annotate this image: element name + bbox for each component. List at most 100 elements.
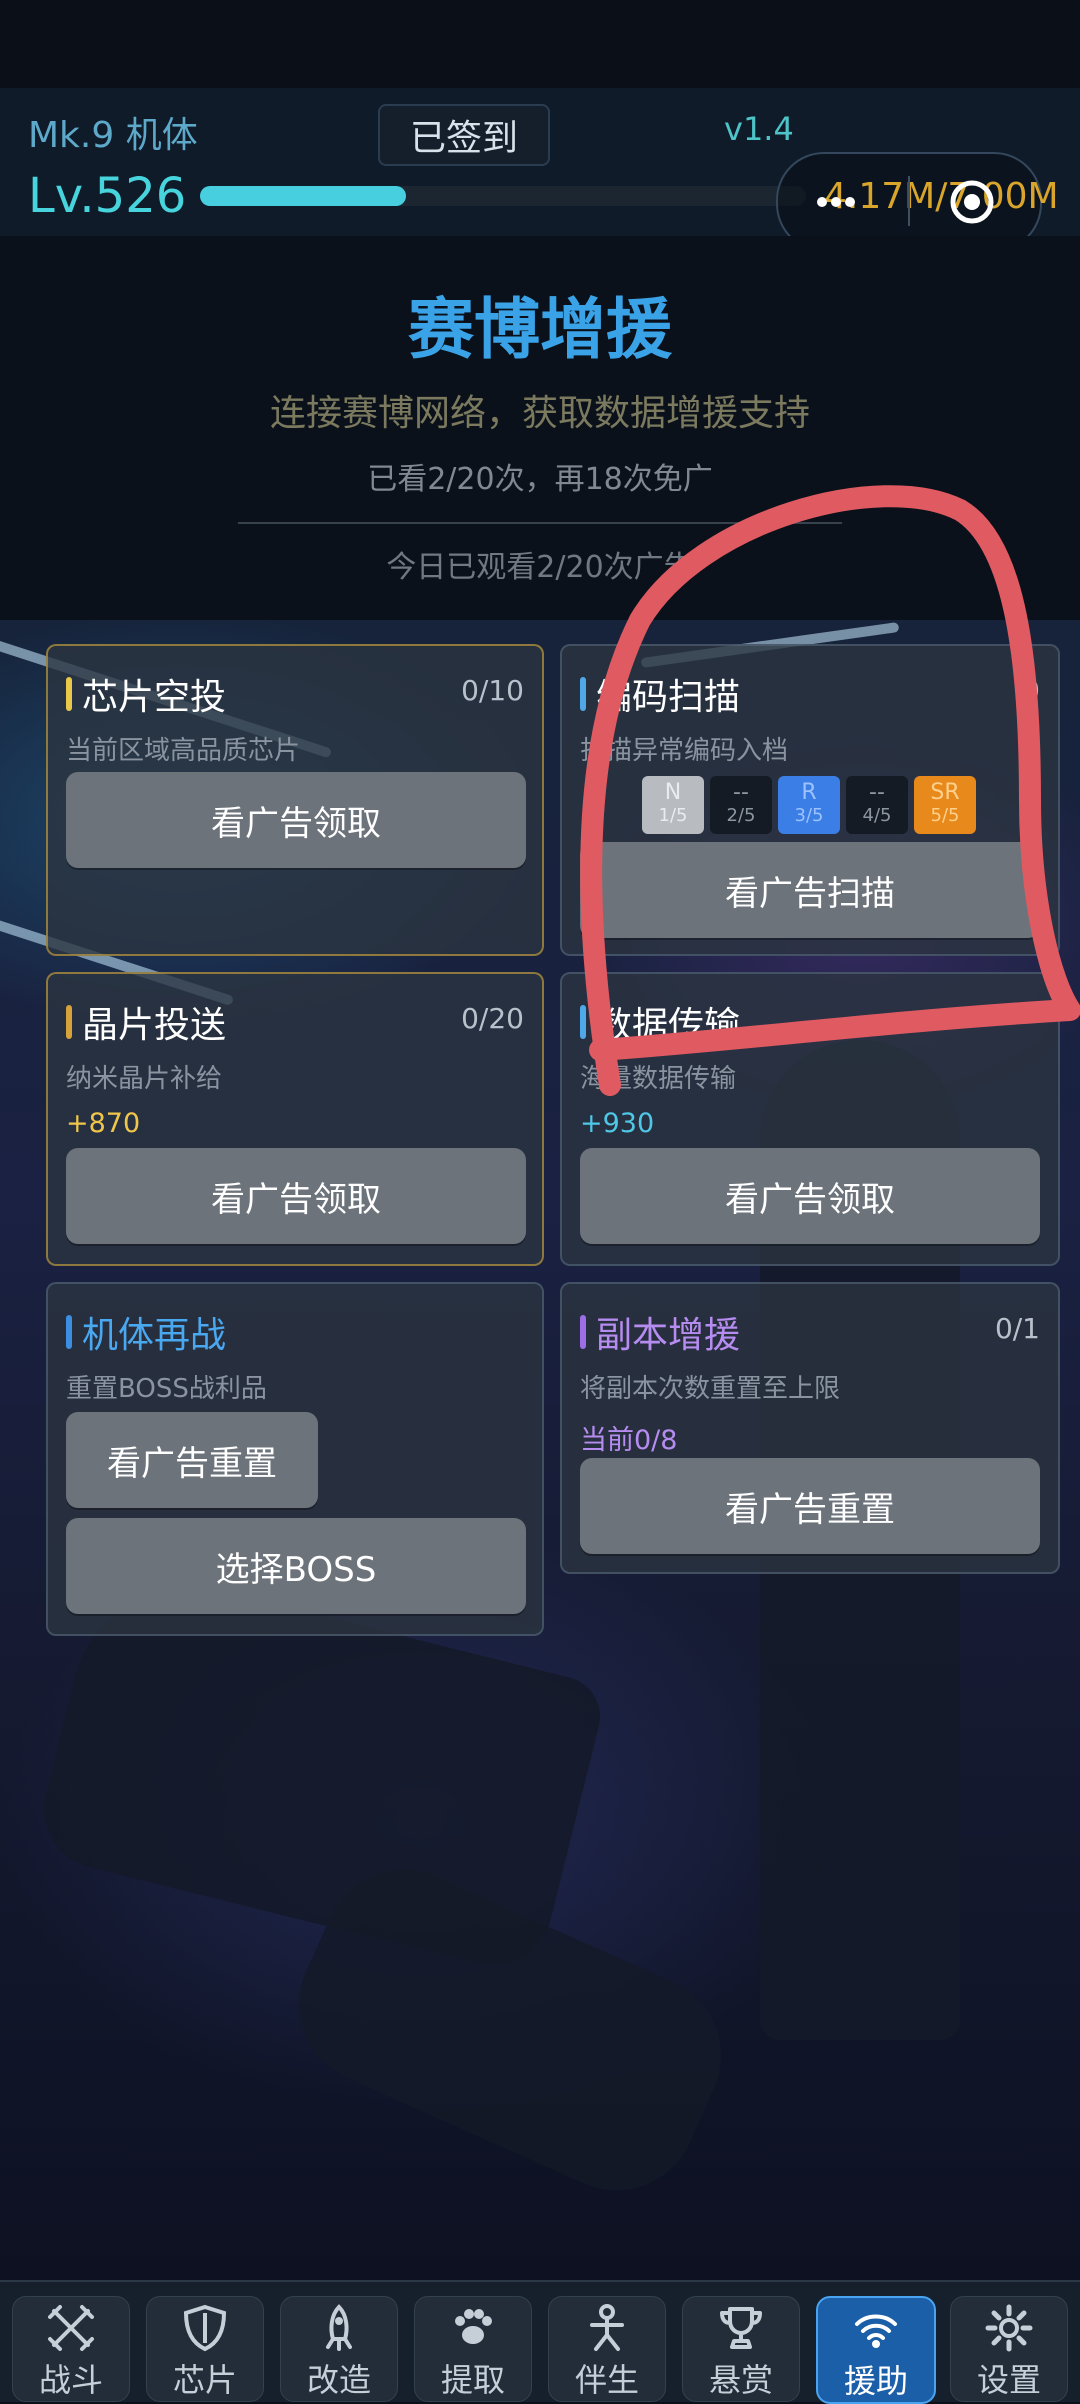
- card-desc: 当前区域高品质芯片: [66, 736, 301, 766]
- chip-airdrop-claim-button[interactable]: 看广告领取: [66, 772, 526, 868]
- version-label: v1.4: [724, 110, 794, 148]
- card-desc: 重置BOSS战利品: [66, 1374, 267, 1404]
- card-desc: 海量数据传输: [580, 1064, 737, 1094]
- rarity-count: 1/5: [658, 805, 688, 826]
- card-title: 晶片投送: [66, 996, 226, 1048]
- card-title: 数据传输: [580, 996, 740, 1048]
- accent-bar: [580, 677, 586, 711]
- dungeon-boost-card: 副本增援 0/1 将副本次数重置至上限 当前0/8 看广告重置: [560, 1282, 1060, 1574]
- bonus-amount: +930: [580, 1108, 655, 1139]
- card-title-text: 数据传输: [596, 1005, 741, 1046]
- card-title: 机体再战: [66, 1306, 226, 1358]
- nav-label: 战斗: [38, 2361, 103, 2399]
- rarity-count: 5/5: [930, 805, 960, 826]
- card-count: 0: [1022, 674, 1040, 707]
- mech-rebattle-card: 机体再战 重置BOSS战利品 看广告重置 选择BOSS: [46, 1282, 544, 1636]
- accent-bar: [66, 1005, 72, 1039]
- trophy-icon: [720, 2307, 762, 2349]
- card-desc: 将副本次数重置至上限: [580, 1374, 841, 1404]
- xp-progress-fill: [200, 186, 407, 206]
- card-count: 0/1: [994, 1312, 1040, 1345]
- nav-label: 芯片: [172, 2361, 237, 2399]
- rarity-chip: -- 4/5: [846, 776, 908, 834]
- signin-button[interactable]: 已签到: [378, 104, 550, 166]
- nav-tab-paw[interactable]: 提取: [414, 2296, 532, 2402]
- rarity-chip: R 3/5: [778, 776, 840, 834]
- rarity-count: 3/5: [794, 805, 824, 826]
- rarity-name: --: [869, 780, 885, 805]
- rarity-chip: SR 5/5: [914, 776, 976, 834]
- capsule-divider: [908, 176, 910, 226]
- dungeon-boost-reset-button[interactable]: 看广告重置: [580, 1458, 1040, 1554]
- rarity-name: R: [801, 780, 817, 805]
- mech-rebattle-reset-button[interactable]: 看广告重置: [66, 1412, 318, 1508]
- card-title: 副本增援: [580, 1306, 740, 1358]
- card-title-text: 机体再战: [82, 1315, 227, 1356]
- divider: [238, 522, 842, 524]
- accent-bar: [580, 1005, 586, 1039]
- select-boss-button[interactable]: 选择BOSS: [66, 1518, 526, 1614]
- code-scan-card: 编码扫描 0 扫描异常编码入档 N 1/5 -- 2/5 R 3/5 -- 4/5 SR 5/5 …: [560, 644, 1060, 956]
- today-ad-count: 今日已观看2/20次广告: [386, 550, 694, 585]
- nav-tab-gear[interactable]: 设置: [950, 2296, 1068, 2402]
- rocket-icon: [326, 2304, 352, 2351]
- accent-bar: [580, 1315, 586, 1349]
- rarity-chip: N 1/5: [642, 776, 704, 834]
- nav-tab-person[interactable]: 伴生: [548, 2296, 666, 2402]
- intro-section: 赛博增援 连接赛博网络，获取数据增援支持 已看2/20次，再18次免广 今日已观…: [0, 236, 1080, 620]
- level-label: Lv.526: [28, 168, 187, 224]
- nav-tab-trophy[interactable]: 悬赏: [682, 2296, 800, 2402]
- power-value: 4.17M/7.00M: [824, 176, 1059, 217]
- rarity-count: 2/5: [726, 805, 756, 826]
- nav-tab-rocket[interactable]: 改造: [280, 2296, 398, 2402]
- rarity-chip: -- 2/5: [710, 776, 772, 834]
- code-scan-button[interactable]: 看广告扫描: [580, 842, 1040, 938]
- card-title-text: 晶片投送: [82, 1005, 227, 1046]
- rarity-count: 4/5: [862, 805, 892, 826]
- bonus-amount: +870: [66, 1108, 141, 1139]
- card-desc: 扫描异常编码入档: [580, 736, 789, 766]
- xp-progress-bar: [200, 186, 806, 206]
- page-title: 赛博增援: [408, 291, 672, 368]
- nav-tab-crossed-swords[interactable]: 战斗: [12, 2296, 130, 2402]
- page-subtitle: 连接赛博网络，获取数据增援支持: [269, 393, 810, 434]
- more-dots-icon[interactable]: [816, 196, 856, 208]
- nav-label: 援助: [843, 2362, 908, 2400]
- status-bar: [0, 0, 1080, 88]
- nav-tab-signal[interactable]: 援助: [816, 2296, 936, 2404]
- card-title: 编码扫描: [580, 668, 740, 720]
- close-target-icon[interactable]: [948, 178, 996, 226]
- card-desc: 纳米晶片补给: [66, 1064, 223, 1094]
- nav-label: 悬赏: [708, 2361, 773, 2399]
- chip-airdrop-card: 芯片空投 0/10 当前区域高品质芯片 看广告领取: [46, 644, 544, 956]
- rarity-name: --: [733, 780, 749, 805]
- data-transfer-card: 数据传输 海量数据传输 +930 看广告领取: [560, 972, 1060, 1266]
- bottom-nav: 战斗 芯片 改造 提取 伴生 悬赏 援助 设置: [0, 2280, 1080, 2404]
- data-transfer-claim-button[interactable]: 看广告领取: [580, 1148, 1040, 1244]
- current-count: 当前0/8: [580, 1425, 678, 1456]
- crystal-delivery-claim-button[interactable]: 看广告领取: [66, 1148, 526, 1244]
- card-title-text: 编码扫描: [596, 677, 741, 718]
- crystal-delivery-card: 晶片投送 0/20 纳米晶片补给 +870 看广告领取: [46, 972, 544, 1266]
- nav-tab-shield[interactable]: 芯片: [146, 2296, 264, 2402]
- nav-label: 提取: [440, 2361, 505, 2399]
- accent-bar: [66, 1315, 72, 1349]
- person-icon: [590, 2304, 624, 2351]
- card-count: 0/10: [461, 674, 524, 707]
- ad-watch-count: 已看2/20次，再18次免广: [367, 462, 713, 497]
- card-count: 0/20: [461, 1002, 524, 1035]
- signal-icon: [855, 2314, 897, 2348]
- card-title-text: 芯片空投: [82, 677, 227, 718]
- shield-icon: [183, 2304, 227, 2352]
- header: Mk.9 机体 已签到 v1.4 Lv.526 4.17M/7.00M: [0, 88, 1080, 252]
- rarity-name: N: [664, 780, 682, 805]
- nav-label: 改造: [306, 2361, 371, 2399]
- mech-name: Mk.9 机体: [28, 115, 198, 156]
- crossed-swords-icon: [48, 2305, 94, 2351]
- nav-label: 伴生: [574, 2361, 639, 2399]
- paw-icon: [455, 2309, 492, 2344]
- card-title: 芯片空投: [66, 668, 226, 720]
- accent-bar: [66, 677, 72, 711]
- card-title-text: 副本增援: [596, 1315, 741, 1356]
- nav-label: 设置: [976, 2361, 1041, 2399]
